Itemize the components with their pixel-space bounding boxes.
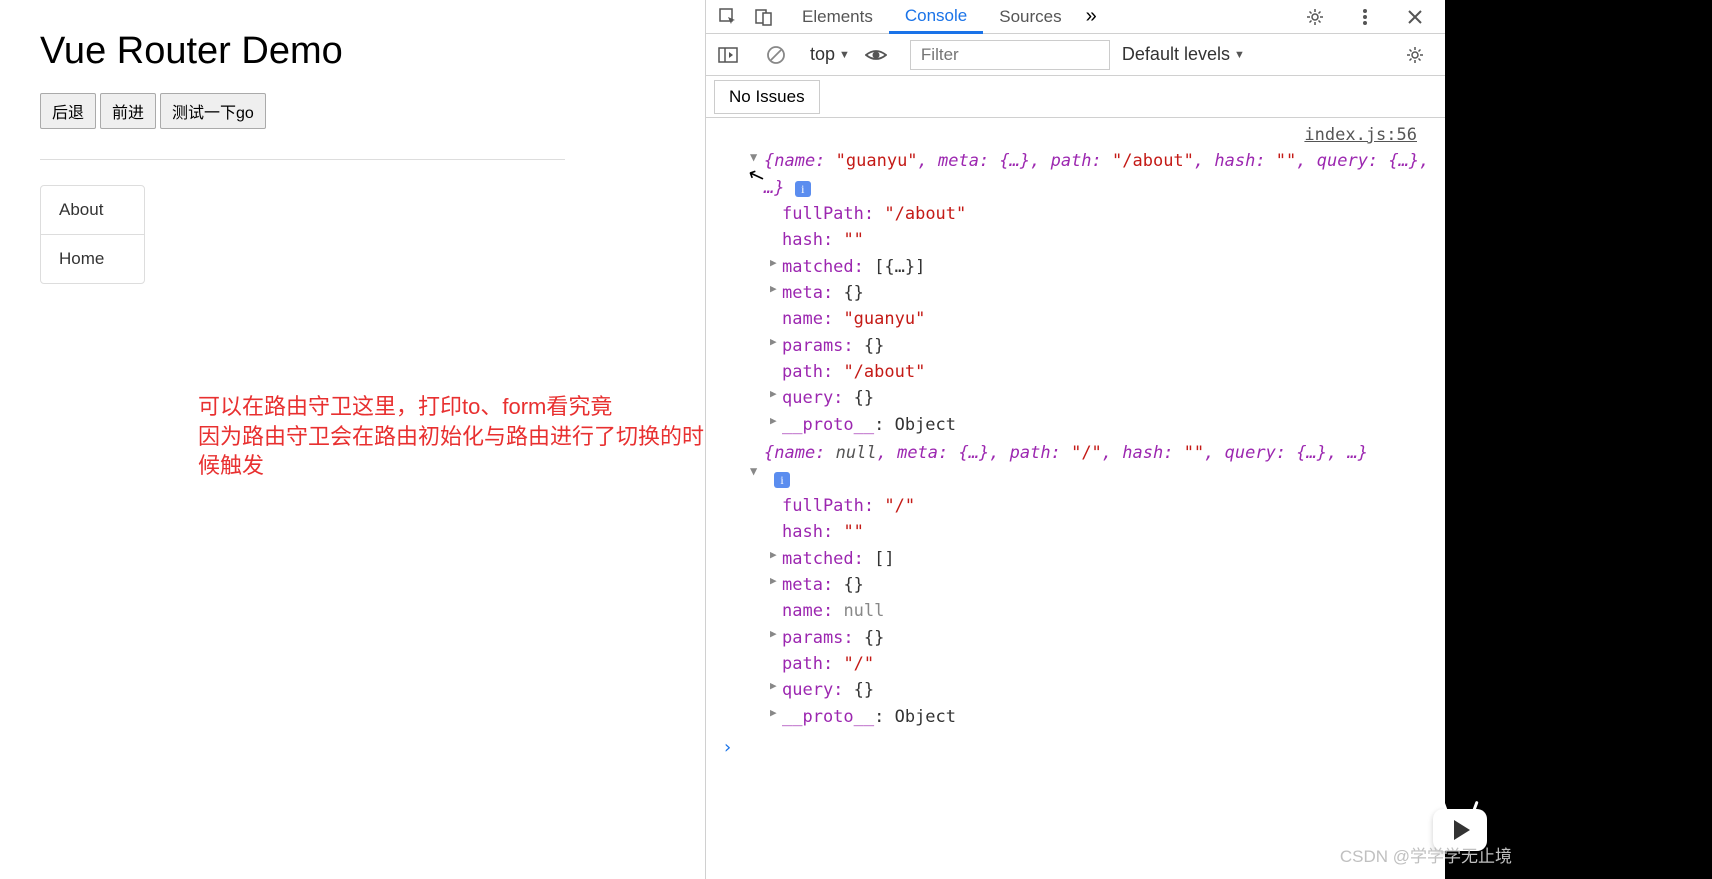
expand-arrow-icon[interactable]: ▶: [770, 412, 777, 429]
levels-label: Default levels: [1122, 44, 1230, 65]
source-link[interactable]: index.js:56: [714, 122, 1437, 148]
nav-list: About Home: [40, 185, 145, 284]
device-toggle-icon[interactable]: [750, 3, 778, 31]
page-title: Vue Router Demo: [40, 30, 665, 73]
kebab-menu-icon[interactable]: [1351, 3, 1379, 31]
expand-arrow-icon[interactable]: ▶: [770, 572, 777, 589]
object-property[interactable]: hash: "": [714, 519, 1437, 545]
expand-arrow-icon[interactable]: ▶: [770, 677, 777, 694]
divider: [40, 159, 565, 160]
object-property[interactable]: fullPath: "/about": [714, 201, 1437, 227]
filter-input[interactable]: [910, 40, 1110, 70]
object-property[interactable]: ▶matched: [{…}]: [714, 254, 1437, 280]
console-output[interactable]: index.js:56 ▼ {name: "guanyu", meta: {…}…: [706, 118, 1445, 879]
expand-arrow-icon[interactable]: ▶: [770, 704, 777, 721]
info-badge-icon[interactable]: i: [795, 181, 811, 197]
annotation-line1: 可以在路由守卫这里，打印to、form看究竟: [198, 392, 705, 422]
chevron-down-icon: ▼: [1234, 49, 1245, 61]
devtools-panel: Elements Console Sources » top ▼: [705, 0, 1445, 879]
issues-bar: No Issues: [706, 76, 1445, 118]
expand-arrow-icon[interactable]: ▶: [770, 385, 777, 402]
object-property[interactable]: ▶__proto__: Object: [714, 412, 1437, 438]
clear-console-icon[interactable]: [762, 41, 790, 69]
object-property[interactable]: path: "/about": [714, 359, 1437, 385]
back-button[interactable]: 后退: [40, 93, 96, 129]
tab-elements[interactable]: Elements: [786, 1, 889, 33]
expand-arrow-icon[interactable]: ▶: [770, 280, 777, 297]
object-property[interactable]: ▶matched: []: [714, 546, 1437, 572]
console-object-summary[interactable]: ▼ {name: null, meta: {…}, path: "/", has…: [714, 440, 1437, 493]
forward-button[interactable]: 前进: [100, 93, 156, 129]
sidebar-toggle-icon[interactable]: [714, 41, 742, 69]
tabs-more[interactable]: »: [1086, 5, 1097, 28]
object-property[interactable]: ▶__proto__: Object: [714, 704, 1437, 730]
nav-home[interactable]: Home: [41, 235, 144, 283]
button-row: 后退 前进 测试一下go: [40, 93, 665, 129]
disclosure-triangle-icon[interactable]: ▼: [750, 148, 757, 167]
object-property[interactable]: ▶params: {}: [714, 625, 1437, 651]
live-expression-icon[interactable]: [862, 41, 890, 69]
close-icon[interactable]: [1401, 3, 1429, 31]
expand-arrow-icon[interactable]: ▶: [770, 625, 777, 642]
watermark-text: CSDN @学学学无止境: [1340, 842, 1512, 867]
inspect-icon[interactable]: [714, 3, 742, 31]
test-go-button[interactable]: 测试一下go: [160, 93, 266, 129]
object-property[interactable]: hash: "": [714, 227, 1437, 253]
expand-arrow-icon[interactable]: ▶: [770, 254, 777, 271]
annotation-line2: 因为路由守卫会在路由初始化与路由进行了切换的时候触发: [198, 422, 705, 481]
console-toolbar: top ▼ Default levels ▼: [706, 34, 1445, 76]
object-property[interactable]: ▶query: {}: [714, 385, 1437, 411]
context-selector[interactable]: top ▼: [810, 44, 850, 65]
object-property[interactable]: name: "guanyu": [714, 306, 1437, 332]
expand-arrow-icon[interactable]: ▶: [770, 546, 777, 563]
webpage-area: Vue Router Demo 后退 前进 测试一下go About Home …: [0, 0, 705, 879]
log-levels-selector[interactable]: Default levels ▼: [1122, 44, 1245, 65]
gear-icon[interactable]: [1301, 3, 1329, 31]
nav-about[interactable]: About: [41, 186, 144, 235]
chevron-down-icon: ▼: [839, 49, 850, 61]
no-issues-button[interactable]: No Issues: [714, 80, 820, 114]
console-settings-icon[interactable]: [1401, 41, 1429, 69]
info-badge-icon[interactable]: i: [774, 472, 790, 488]
tab-sources[interactable]: Sources: [983, 1, 1077, 33]
object-property[interactable]: name: null: [714, 598, 1437, 624]
devtools-tabs: Elements Console Sources »: [706, 0, 1445, 34]
object-property[interactable]: ▶meta: {}: [714, 572, 1437, 598]
console-prompt[interactable]: ›: [714, 730, 1437, 766]
disclosure-triangle-icon[interactable]: ▼: [750, 462, 757, 481]
tab-console[interactable]: Console: [889, 0, 983, 34]
annotation-text: 可以在路由守卫这里，打印to、form看究竟 因为路由守卫会在路由初始化与路由进…: [198, 392, 705, 481]
object-property[interactable]: fullPath: "/": [714, 493, 1437, 519]
black-sidebar: [1445, 0, 1712, 879]
object-property[interactable]: ▶query: {}: [714, 677, 1437, 703]
expand-arrow-icon[interactable]: ▶: [770, 333, 777, 350]
object-property[interactable]: ▶meta: {}: [714, 280, 1437, 306]
object-property[interactable]: path: "/": [714, 651, 1437, 677]
object-property[interactable]: ▶params: {}: [714, 333, 1437, 359]
console-object-summary[interactable]: ▼ {name: "guanyu", meta: {…}, path: "/ab…: [714, 148, 1437, 201]
context-label: top: [810, 44, 835, 65]
